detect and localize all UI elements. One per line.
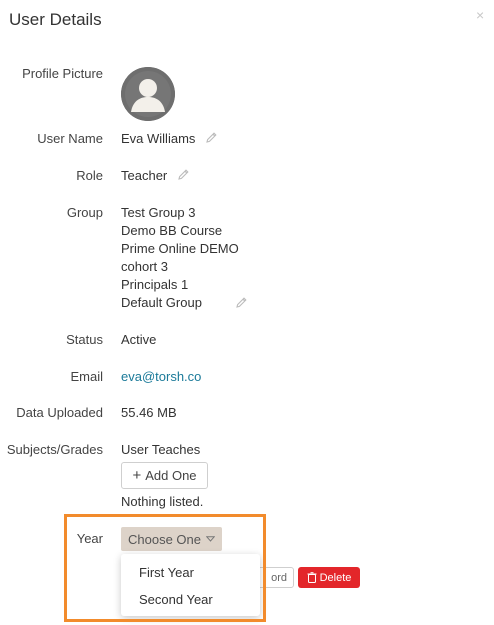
group-item: Default Group	[121, 295, 202, 310]
group-label: Group	[66, 205, 103, 220]
edit-user-name-pencil-icon[interactable]	[205, 131, 218, 147]
status-label: Status	[66, 332, 103, 347]
year-dropdown-menu: First Year Second Year	[121, 554, 260, 616]
close-icon[interactable]: ×	[476, 8, 484, 22]
trash-icon	[307, 572, 317, 583]
delete-label: Delete	[319, 571, 352, 584]
group-item: Demo BB Course	[121, 223, 223, 238]
modal-title: User Details	[9, 10, 102, 29]
plus-icon: +	[132, 467, 142, 484]
add-one-button[interactable]: + Add One	[121, 462, 208, 489]
data-uploaded-label: Data Uploaded	[16, 405, 103, 420]
avatar-icon[interactable]	[121, 67, 175, 121]
add-one-label: Add One	[145, 468, 197, 483]
group-item: Prime Online DEMO	[121, 241, 239, 256]
year-select[interactable]: Choose One	[121, 527, 222, 551]
year-option-first[interactable]: First Year	[139, 565, 194, 580]
year-option-second[interactable]: Second Year	[139, 592, 213, 607]
role-value: Teacher	[121, 168, 168, 183]
year-select-value: Choose One	[128, 531, 201, 547]
role-row: Teacher	[121, 168, 190, 184]
group-item: cohort 3	[121, 259, 168, 274]
edit-role-pencil-icon[interactable]	[177, 168, 190, 184]
subjects-grades-label: Subjects/Grades	[6, 442, 103, 457]
user-name-label: User Name	[37, 131, 103, 146]
status-value: Active	[121, 332, 157, 347]
email-label: Email	[70, 369, 103, 384]
email-link[interactable]: eva@torsh.co	[121, 369, 201, 384]
data-uploaded-value: 55.46 MB	[121, 405, 177, 420]
reset-password-label: ord	[271, 571, 287, 584]
group-item: Principals 1	[121, 277, 189, 292]
delete-button[interactable]: Delete	[298, 567, 360, 588]
user-teaches-label: User Teaches	[121, 442, 201, 457]
caret-down-icon	[205, 534, 216, 544]
nothing-listed-text: Nothing listed.	[121, 494, 204, 509]
profile-picture-label: Profile Picture	[22, 66, 103, 81]
role-label: Role	[76, 168, 103, 183]
user-name-value: Eva Williams	[121, 131, 196, 146]
group-item: Test Group 3	[121, 205, 196, 220]
year-label: Year	[76, 531, 103, 546]
edit-group-pencil-icon[interactable]	[235, 296, 248, 314]
user-name-row: Eva Williams	[121, 131, 218, 147]
user-details-modal: User Details × Profile Picture User Name…	[0, 0, 494, 625]
